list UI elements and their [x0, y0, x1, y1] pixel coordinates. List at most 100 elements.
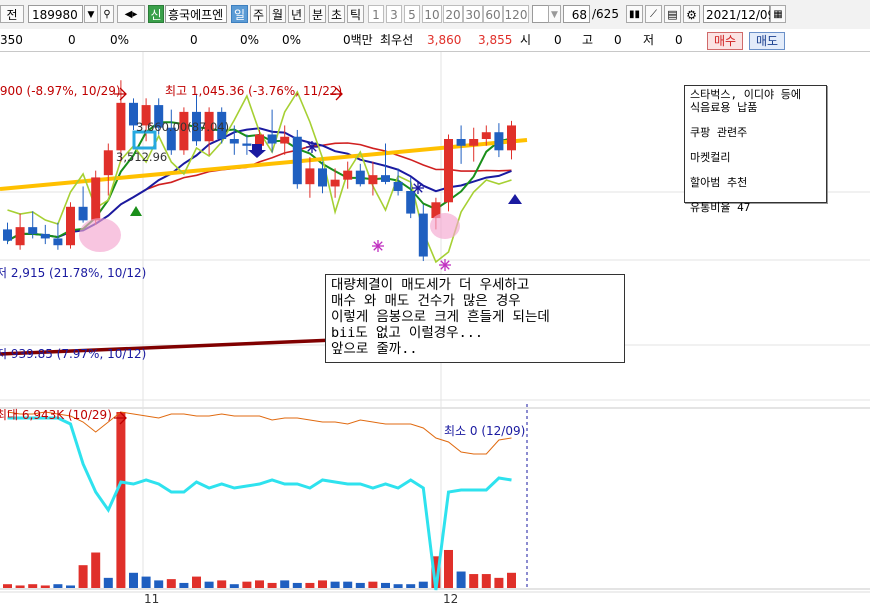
interval-30-button[interactable]: 30 — [463, 5, 483, 23]
buy-button[interactable]: 매수 — [707, 32, 743, 50]
candle-body — [305, 168, 315, 185]
interval-20-button[interactable]: 20 — [443, 5, 463, 23]
candle-body — [229, 139, 239, 144]
custom-interval-arrow-icon[interactable]: ▼ — [548, 5, 561, 23]
candle-body — [343, 170, 353, 180]
down-arrow-icon — [248, 144, 266, 158]
volume-bar — [507, 572, 516, 588]
speaker-icon[interactable]: ◀▸ — [117, 5, 145, 23]
interval-120-button[interactable]: 120 — [503, 5, 529, 23]
prev-high-annotation: ,900 (-8.97%, 10/29) — [0, 84, 121, 98]
memo-line: 마켓컬리 — [690, 151, 731, 164]
volume-bar — [141, 576, 151, 588]
volume-bar — [103, 577, 113, 588]
stock-code-input[interactable]: 189980 — [28, 5, 83, 23]
volume-bar — [444, 549, 453, 588]
prefix-button[interactable]: 전 — [0, 5, 24, 23]
index-high-annotation: 최고 1,045.36 (-3.76%, 11/22) — [165, 84, 342, 98]
best-bid-2: 3,855 — [478, 33, 513, 47]
bar-count-input[interactable]: 68 — [563, 5, 590, 23]
stock-name-field[interactable]: 흥국에프엔 — [165, 5, 227, 23]
candle-body — [242, 143, 252, 146]
memo-line: 쿠팡 관련주 — [690, 126, 748, 139]
candle-body — [267, 134, 277, 144]
status-cell-3: 0% — [110, 33, 130, 47]
interval-1-button[interactable]: 1 — [368, 5, 384, 23]
volume-bar — [78, 565, 88, 588]
high-label: 고 — [582, 33, 594, 47]
candle-body — [103, 150, 113, 176]
candle-body — [292, 136, 302, 185]
period-year-button[interactable]: 년 — [288, 5, 305, 23]
note-line: 매수 와 매도 건수가 많은 경우 — [331, 293, 521, 309]
candle-settings-icon[interactable]: ▮▮ — [626, 5, 643, 23]
credit-badge: 신 — [148, 5, 164, 23]
candle-body — [456, 139, 466, 146]
calendar-icon[interactable]: ▦ — [770, 5, 786, 23]
bar-total-label: /625 — [592, 7, 619, 21]
volume-bar — [469, 574, 479, 588]
candle-body — [53, 238, 63, 246]
highlight-circle — [79, 218, 121, 252]
candle-body — [280, 136, 290, 144]
note-line: 앞으로 줄까.. — [331, 341, 418, 357]
gear-icon[interactable]: ⚙ — [683, 5, 700, 23]
volume-bar — [91, 552, 101, 588]
best-bid-label: 최우선 — [380, 33, 414, 47]
memo-line — [690, 189, 821, 201]
volume-bar — [355, 582, 365, 588]
sell-button[interactable]: 매도 — [749, 32, 785, 50]
memo-line: 식음료용 납품 — [690, 101, 758, 114]
status-cell-6: 0% — [282, 33, 302, 47]
volume-min-annotation: 최소 0 (12/09) — [444, 424, 525, 438]
volume-bar — [418, 581, 428, 588]
volume-bar — [318, 580, 327, 588]
memo-line: 할아범 추천 — [690, 176, 748, 189]
candle-body — [406, 190, 416, 214]
period-week-button[interactable]: 주 — [250, 5, 267, 23]
volume-bar — [192, 576, 201, 588]
candle-body — [40, 233, 50, 239]
interval-60-button[interactable]: 60 — [483, 5, 503, 23]
candle-body — [3, 229, 12, 241]
status-cell-4: 0 — [190, 33, 198, 47]
volume-bar — [15, 585, 25, 588]
period-tick-button[interactable]: 틱 — [347, 5, 364, 23]
candle-body — [355, 170, 365, 185]
search-icon[interactable]: ⚲ — [100, 5, 114, 23]
status-cell-1: 350 — [0, 33, 23, 47]
best-bid-1: 3,860 — [427, 33, 462, 47]
line-tool-icon[interactable]: ⟋ — [645, 5, 662, 23]
price-3512-label: 3,512.96 — [116, 150, 167, 164]
memo-box[interactable]: 스타벅스, 이디야 등에 식음료용 납품 쿠팡 관련주 마켓컬리 할아범 추천 유통비율 … — [684, 85, 827, 214]
up-arrow-icon — [130, 206, 142, 216]
interval-3-button[interactable]: 3 — [386, 5, 402, 23]
volume-bar — [40, 585, 50, 588]
candle-body — [66, 206, 75, 246]
candle-body — [330, 179, 340, 187]
period-month-button[interactable]: 월 — [269, 5, 286, 23]
note-box[interactable]: 대량체결이 매도세가 더 우세하고 매수 와 매도 건수가 많은 경우 이렇게 음봉… — [325, 274, 625, 363]
low-label: 저 — [643, 33, 655, 47]
price-3660-label: 3,660.00(87.04) — [136, 120, 229, 134]
date-input[interactable]: 2021/12/09 — [703, 5, 775, 23]
interval-5-button[interactable]: 5 — [404, 5, 420, 23]
interval-10-button[interactable]: 10 — [422, 5, 442, 23]
candle-body — [15, 227, 25, 246]
save-icon[interactable]: ▤ — [664, 5, 681, 23]
volume-max-annotation: 최대 6,943K (10/29) — [0, 408, 112, 422]
period-minute-button[interactable]: 분 — [309, 5, 326, 23]
highlight-circle — [430, 213, 460, 239]
memo-line — [690, 164, 821, 176]
x-axis-label-12: 12 — [443, 592, 458, 606]
volume-bar — [217, 580, 227, 588]
candle-body — [507, 125, 516, 151]
memo-line: 스타벅스, 이디야 등에 — [690, 88, 801, 101]
period-second-button[interactable]: 초 — [328, 5, 345, 23]
toolbar: 전 189980 ▼ ⚲ ◀▸ 신 흥국에프엔 일 주 월 년 분 초 틱 1 … — [0, 0, 870, 30]
volume-bar — [393, 584, 403, 588]
code-dropdown-arrow-icon[interactable]: ▼ — [84, 5, 98, 23]
volume-bar — [179, 582, 189, 588]
note-line: bii도 없고 이럴경우... — [331, 325, 483, 341]
period-day-button[interactable]: 일 — [231, 5, 248, 23]
